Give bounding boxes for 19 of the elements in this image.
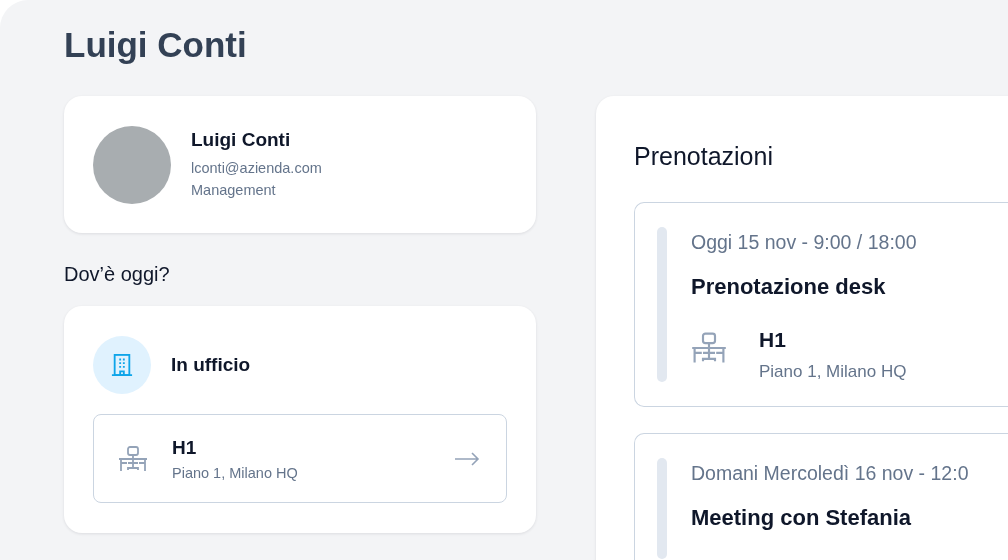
page-title: Luigi Conti (64, 24, 247, 66)
desk-location-button[interactable]: H1 Piano 1, Milano HQ (93, 414, 507, 503)
panel-title: Prenotazioni (634, 141, 773, 172)
booking-title: Prenotazione desk (691, 274, 886, 300)
section-heading: Dov’è oggi? (64, 263, 170, 286)
booking-card[interactable]: Domani Mercoledì 16 nov - 12:0 Meeting con Stefania (634, 433, 1008, 560)
booking-title: Meeting con Stefania (691, 505, 912, 531)
desk-location: Piano 1, Milano HQ (759, 362, 908, 382)
arrow-right-icon (454, 451, 480, 466)
desk-icon (691, 332, 727, 364)
user-email: lconti@azienda.com (191, 158, 322, 178)
user-name: Luigi Conti (191, 128, 292, 151)
desk-icon (118, 445, 148, 472)
booking-card[interactable]: Oggi 15 nov - 9:00 / 18:00 Prenotazione desk H1 Piano 1, Milano HQ (634, 202, 1008, 407)
status-label: In ufficio (171, 354, 251, 376)
desk-name: H1 (759, 328, 787, 352)
booking-time: Oggi 15 nov - 9:00 / 18:00 (691, 231, 917, 254)
user-department: Management (191, 180, 277, 200)
booking-time: Domani Mercoledì 16 nov - 12:0 (691, 462, 969, 485)
